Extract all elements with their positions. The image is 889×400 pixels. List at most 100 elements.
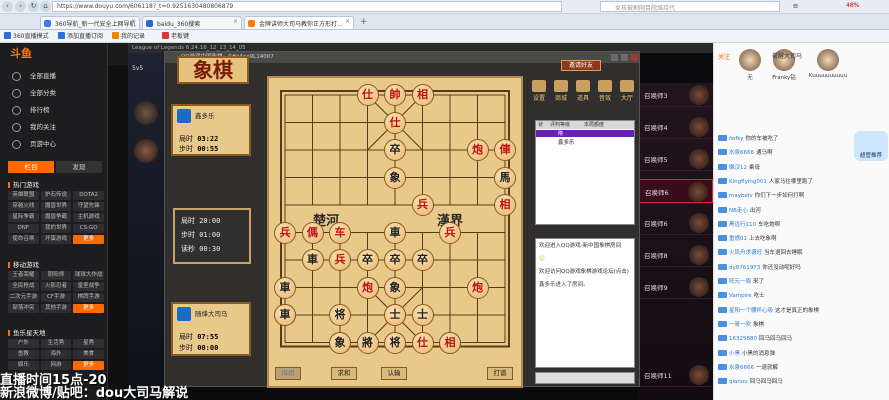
url-input[interactable]: https://www.douyu.com/606118?_t=0.925163… bbox=[52, 1, 562, 12]
chess-piece[interactable]: 象 bbox=[384, 166, 406, 189]
game-category-item[interactable]: DOTA2 bbox=[73, 191, 104, 200]
close-icon[interactable] bbox=[631, 54, 638, 61]
chess-piece[interactable]: 車 bbox=[301, 249, 324, 271]
back-icon[interactable]: ‹ bbox=[2, 1, 13, 12]
list-item[interactable]: 鑫多乐 bbox=[558, 138, 575, 146]
chess-piece[interactable]: 仕 bbox=[356, 84, 379, 106]
game-category-item[interactable]: DNF bbox=[8, 224, 39, 233]
game-category-item[interactable]: 其他手游 bbox=[40, 304, 72, 313]
game-category-item[interactable]: 球球大作战 bbox=[73, 271, 104, 280]
chess-piece[interactable]: 相 bbox=[439, 331, 461, 354]
chess-piece[interactable]: 車 bbox=[274, 276, 296, 299]
game-category-item[interactable]: 王者荣耀 bbox=[8, 271, 39, 280]
tab-douyu[interactable]: 金牌讲师大司马教你正方形打... × bbox=[244, 16, 354, 29]
refresh-icon[interactable]: ↻ bbox=[28, 1, 39, 12]
chess-piece[interactable]: 將 bbox=[356, 331, 379, 354]
game-category-item[interactable]: 生活秀 bbox=[40, 339, 72, 348]
close-icon[interactable]: × bbox=[131, 18, 136, 25]
chat-username[interactable]: 火凤舟求德旺 bbox=[729, 250, 762, 256]
chess-piece[interactable]: 相 bbox=[411, 84, 434, 106]
game-category-item[interactable]: 娱乐 bbox=[8, 361, 39, 370]
draw-button[interactable]: 求和 bbox=[331, 367, 357, 380]
chess-piece[interactable]: 象 bbox=[329, 331, 351, 354]
tab-columns[interactable]: 栏目 bbox=[8, 161, 54, 173]
chess-piece[interactable]: 車 bbox=[384, 221, 406, 244]
chess-piece[interactable]: 兵 bbox=[411, 194, 434, 216]
chess-piece[interactable]: 兵 bbox=[329, 249, 351, 271]
new-tab-icon[interactable]: + bbox=[360, 17, 368, 27]
tool-sound[interactable]: 音效 bbox=[595, 80, 615, 102]
game-category-item[interactable]: 鱼教 bbox=[8, 350, 39, 359]
chess-piece[interactable]: 炮 bbox=[466, 276, 489, 299]
game-category-item[interactable]: 棋牌手游 bbox=[73, 293, 104, 302]
game-category-item[interactable]: CS:GO bbox=[73, 224, 104, 233]
chess-piece[interactable]: 炮 bbox=[466, 139, 489, 161]
chat-username[interactable]: 水泉6666 bbox=[729, 365, 754, 371]
chess-piece[interactable]: 卒 bbox=[384, 139, 406, 161]
tool-shop[interactable]: 商城 bbox=[551, 80, 571, 102]
room-list[interactable]: 状 评判等级 本局额度 隋 鑫多乐 bbox=[535, 120, 635, 225]
game-category-item[interactable]: 我的世界 bbox=[40, 224, 72, 233]
chat-username[interactable]: 小黑 bbox=[729, 351, 740, 357]
chat-username[interactable]: Vampire bbox=[729, 293, 752, 299]
anchor-card[interactable]: Kuuuuuuuuuu bbox=[808, 49, 848, 79]
chess-piece[interactable]: 兵 bbox=[439, 221, 461, 244]
chat-username[interactable]: qianou bbox=[729, 379, 748, 385]
bookmark-item[interactable]: 老板键 bbox=[162, 31, 189, 40]
game-category-item[interactable]: 户外 bbox=[8, 339, 39, 348]
chess-piece[interactable]: 卒 bbox=[384, 249, 406, 271]
close-icon[interactable]: × bbox=[345, 18, 350, 25]
chat-username[interactable]: 黑远行110 bbox=[729, 222, 756, 228]
game-category-item[interactable]: 美食 bbox=[73, 350, 104, 359]
close-icon[interactable]: × bbox=[233, 18, 238, 25]
chat-username[interactable]: Kingflying001 bbox=[729, 179, 767, 185]
game-category-item[interactable]: 皇室战争 bbox=[73, 282, 104, 291]
tab-discover[interactable]: 发现 bbox=[56, 161, 102, 173]
game-category-item[interactable]: 部落冲突 bbox=[8, 304, 39, 313]
tool-lobby[interactable]: 大厅 bbox=[617, 80, 637, 102]
search-input[interactable]: 女孩被割网目院维持代 bbox=[600, 1, 780, 12]
chess-piece[interactable]: 车 bbox=[329, 221, 351, 244]
chat-username[interactable]: maybelv bbox=[729, 193, 753, 199]
sidebar-item-all-live[interactable]: 全部直播 bbox=[0, 69, 108, 84]
chess-piece[interactable]: 車 bbox=[274, 304, 296, 326]
record-button[interactable]: 打谱 bbox=[487, 367, 513, 380]
sidebar-item-ranking[interactable]: 排行榜 bbox=[0, 103, 108, 118]
chess-piece[interactable]: 卒 bbox=[356, 249, 379, 271]
game-category-item[interactable]: 火影忍者 bbox=[40, 282, 72, 291]
game-category-item[interactable]: 穿越火线 bbox=[8, 202, 39, 211]
selected-row[interactable]: 隋 bbox=[536, 130, 634, 137]
qq-chess-window[interactable]: QQ游戏中国象棋 - 0#k4ea9L14007 象棋 鑫多乐 局时 03:22… bbox=[164, 51, 640, 388]
sidebar-item-categories[interactable]: 全部分类 bbox=[0, 86, 108, 101]
sidebar-item-following[interactable]: 我的关注 bbox=[0, 120, 108, 135]
chess-piece[interactable]: 帥 bbox=[384, 84, 406, 106]
chat-username[interactable]: fwfky bbox=[729, 136, 744, 142]
game-category-item[interactable]: 魔兽世界 bbox=[40, 202, 72, 211]
chess-piece[interactable]: 俥 bbox=[494, 139, 516, 161]
tool-items[interactable]: 道具 bbox=[573, 80, 593, 102]
chat-username[interactable]: 懒汉12 bbox=[729, 165, 747, 171]
maximize-icon[interactable] bbox=[621, 54, 628, 61]
chess-piece[interactable]: 炮 bbox=[356, 276, 379, 299]
tab-360-nav[interactable]: 360导航_新一代安全上网导航 × bbox=[40, 16, 140, 29]
tab-baidu[interactable]: baidu_360搜索 × bbox=[142, 16, 242, 29]
home-icon[interactable]: ⌂ bbox=[40, 1, 51, 12]
game-category-item[interactable]: 二次元手游 bbox=[8, 293, 39, 302]
game-category-item[interactable]: 坏蛋游戏 bbox=[40, 235, 72, 244]
game-category-item[interactable]: 守望先锋 bbox=[73, 202, 104, 211]
bookmark-item[interactable]: 我的记录 bbox=[112, 31, 145, 40]
tool-settings[interactable]: 设置 bbox=[529, 80, 549, 102]
chat-username[interactable]: 重燃01 bbox=[729, 236, 747, 242]
minimize-icon[interactable] bbox=[611, 54, 618, 61]
menu-icon[interactable]: ≡ bbox=[790, 1, 801, 12]
chess-piece[interactable]: 馬 bbox=[494, 166, 516, 189]
chat-username[interactable]: 16325880 bbox=[729, 336, 757, 342]
game-category-item[interactable]: 网游 bbox=[40, 361, 72, 370]
chess-piece[interactable]: 仕 bbox=[411, 331, 434, 354]
chess-piece[interactable]: 相 bbox=[494, 194, 516, 216]
sidebar-item-webgame[interactable]: 页游中心 bbox=[0, 137, 108, 152]
undo-button[interactable]: 悔棋 bbox=[275, 367, 301, 380]
game-category-item[interactable]: CF手游 bbox=[40, 293, 72, 302]
game-category-item[interactable]: 魔兽争霸 bbox=[40, 213, 72, 222]
game-category-item[interactable]: 英雄联盟 bbox=[8, 191, 39, 200]
